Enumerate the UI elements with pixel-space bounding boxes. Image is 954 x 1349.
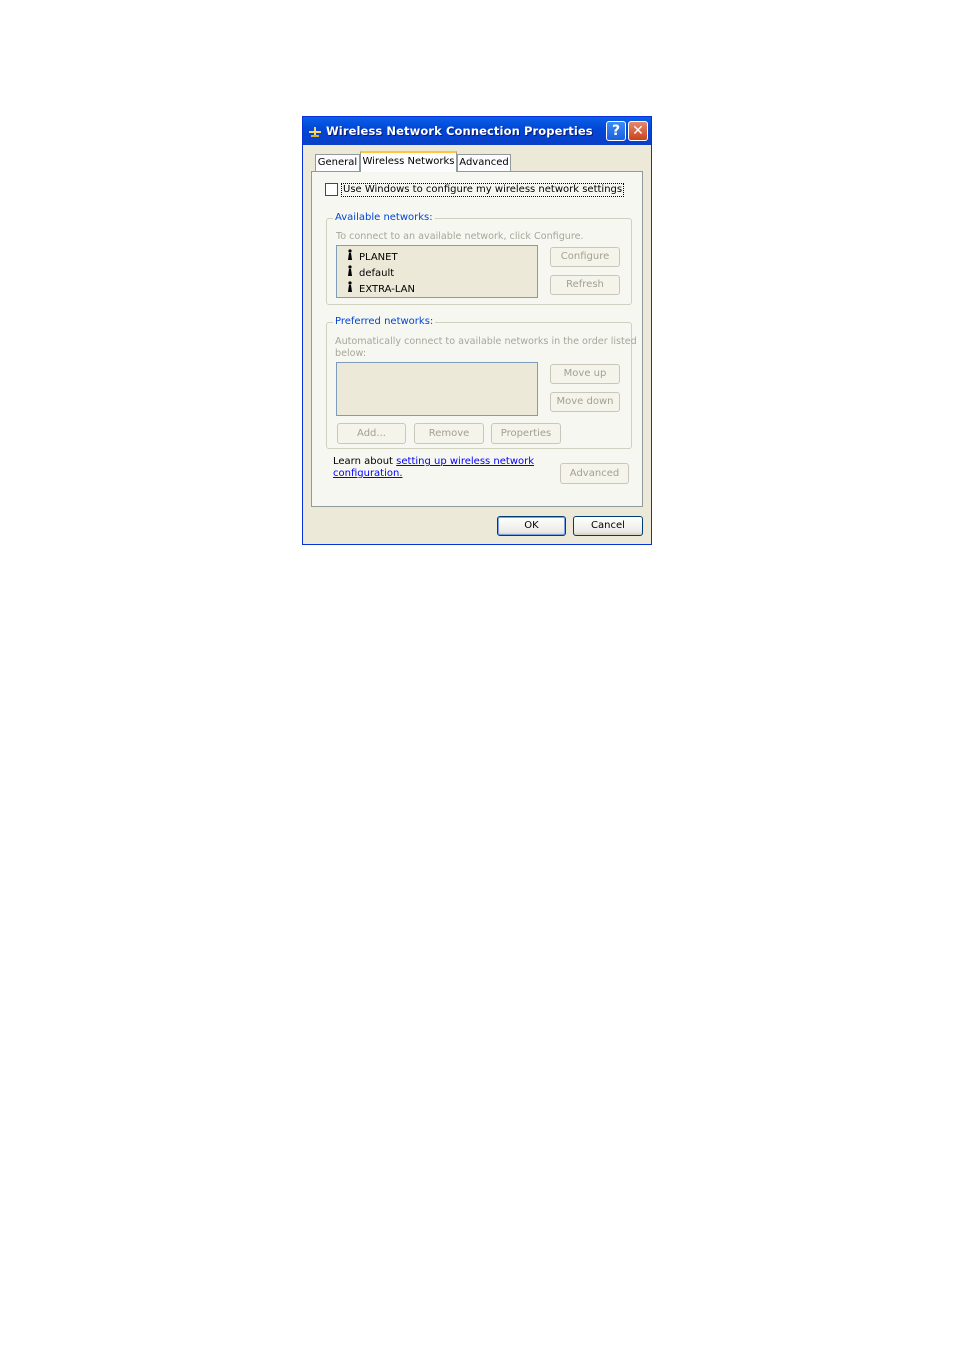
use-windows-checkbox[interactable] [325,183,338,196]
ok-button[interactable]: OK [497,516,566,536]
available-networks-group: Available networks: To connect to an ava… [326,212,632,305]
add-button[interactable]: Add... [337,423,406,444]
network-name: EXTRA-LAN [359,284,415,295]
list-item[interactable]: PLANET [345,249,398,263]
use-windows-checkbox-label[interactable]: Use Windows to configure my wireless net… [341,183,625,197]
available-networks-hint: To connect to an available network, clic… [336,231,584,242]
move-down-button[interactable]: Move down [550,392,620,412]
close-button[interactable]: ✕ [628,121,648,141]
properties-dialog: Wireless Network Connection Properties ?… [302,116,652,545]
available-networks-list[interactable]: PLANET default EXTRA-LAN [336,245,538,298]
preferred-networks-group: Preferred networks: Automatically connec… [326,316,637,449]
network-connection-icon [309,127,321,137]
learn-about-link-continued[interactable]: configuration. [333,468,403,479]
help-button[interactable]: ? [606,121,626,141]
cancel-button[interactable]: Cancel [573,516,643,536]
advanced-button[interactable]: Advanced [560,463,629,484]
move-up-button[interactable]: Move up [550,364,620,384]
learn-about-text: Learn about setting up wireless network … [333,456,534,480]
available-networks-legend: Available networks: [333,212,435,223]
learn-about-link[interactable]: setting up wireless network [396,456,534,467]
preferred-networks-list[interactable] [336,362,538,416]
wireless-antenna-icon [348,281,352,292]
learn-about-prefix: Learn about [333,456,397,467]
window-title: Wireless Network Connection Properties [326,124,593,138]
preferred-networks-hint: Automatically connect to available netwo… [335,336,637,347]
remove-button[interactable]: Remove [414,423,484,444]
list-item[interactable]: default [345,265,394,279]
network-name: PLANET [359,252,398,263]
properties-button[interactable]: Properties [491,423,561,444]
network-name: default [359,268,395,279]
tab-wireless-networks[interactable]: Wireless Networks [360,151,457,172]
tab-general[interactable]: General [315,154,360,171]
title-bar[interactable]: Wireless Network Connection Properties ?… [303,117,651,145]
wireless-antenna-icon [348,265,352,276]
preferred-networks-legend: Preferred networks: [333,316,436,327]
list-item[interactable]: EXTRA-LAN [345,281,415,295]
preferred-networks-hint-continued: below: [335,348,367,359]
wireless-antenna-icon [348,249,352,260]
refresh-button[interactable]: Refresh [550,275,620,295]
tab-advanced[interactable]: Advanced [457,154,511,171]
configure-button[interactable]: Configure [550,247,620,267]
